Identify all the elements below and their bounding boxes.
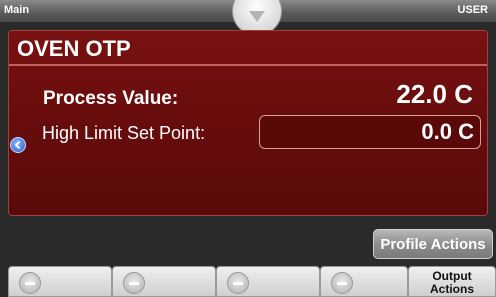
minus-icon bbox=[227, 272, 249, 294]
panel-header: OVEN OTP bbox=[9, 31, 487, 66]
minus-icon bbox=[19, 272, 41, 294]
oven-otp-panel: OVEN OTP Process Value: 22.0 C High Limi… bbox=[8, 30, 488, 216]
output-actions-label: Output Actions bbox=[429, 269, 474, 296]
user-label[interactable]: USER bbox=[457, 4, 488, 16]
high-limit-label: High Limit Set Point: bbox=[42, 123, 206, 143]
minus-icon bbox=[331, 272, 353, 294]
softkey-4[interactable] bbox=[320, 266, 408, 297]
screen-title: Main bbox=[4, 4, 30, 16]
chevron-left-icon[interactable] bbox=[10, 137, 26, 153]
high-limit-value: 0.0 C bbox=[421, 119, 474, 144]
profile-actions-button[interactable]: Profile Actions bbox=[373, 229, 493, 259]
softkey-bar: Output Actions bbox=[0, 266, 496, 297]
softkey-2[interactable] bbox=[112, 266, 216, 297]
softkey-1[interactable] bbox=[8, 266, 112, 297]
high-limit-input[interactable]: 0.0 C bbox=[259, 115, 481, 149]
minus-icon bbox=[123, 272, 145, 294]
chevron-down-icon bbox=[249, 11, 265, 22]
output-actions-button[interactable]: Output Actions bbox=[408, 266, 496, 297]
process-value-label: Process Value: bbox=[43, 88, 179, 109]
softkey-3[interactable] bbox=[216, 266, 320, 297]
profile-actions-label: Profile Actions bbox=[380, 236, 486, 253]
process-value: 22.0 C bbox=[396, 79, 473, 109]
panel-title: OVEN OTP bbox=[17, 36, 131, 61]
